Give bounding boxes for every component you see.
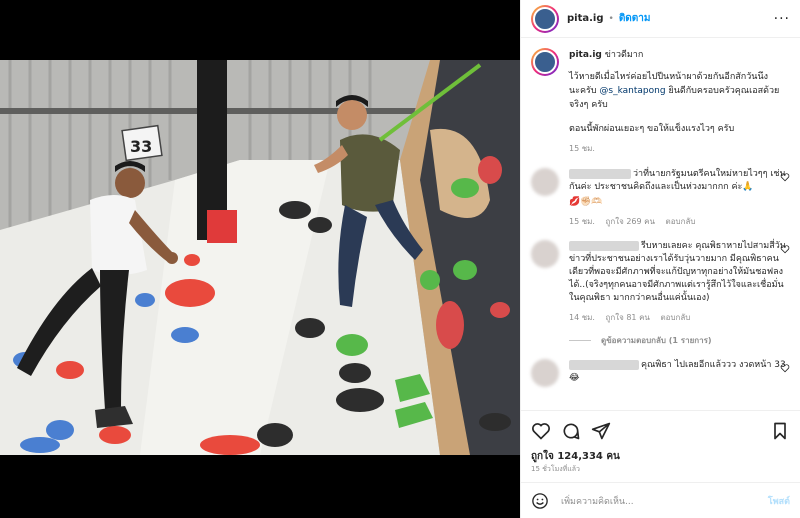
action-bar [521, 410, 800, 450]
caption-line2-suffix: ยินดีกับครอบครัวคุณเอสด้วย [665, 86, 780, 96]
comment-input[interactable]: เพิ่มความคิดเห็น... [561, 494, 768, 508]
post-header: pita.ig • ติดตาม ··· [521, 0, 800, 38]
post-side-panel: pita.ig • ติดตาม ··· pita.ig ข่าวดีมาก ไ… [520, 0, 800, 518]
more-options-icon[interactable]: ··· [774, 11, 790, 27]
comment-likes[interactable]: ถูกใจ 81 คน [606, 313, 650, 322]
like-comment-icon[interactable] [780, 244, 790, 254]
comment-text-emoji: 💋✊🏻🫶🏻 [569, 197, 603, 207]
caption-title: ข่าวดีมาก [604, 50, 644, 60]
post-comment-button[interactable]: โพสต์ [768, 494, 790, 508]
post-media[interactable]: 33 [0, 0, 520, 518]
add-comment-bar: เพิ่มความคิดเห็น... โพสต์ [521, 482, 800, 518]
avatar-image [533, 50, 557, 74]
caption-username[interactable]: pita.ig [569, 50, 602, 60]
comments-feed[interactable]: pita.ig ข่าวดีมาก ไว้หายดีเมื่อไหร่ค่อยไ… [521, 38, 800, 410]
climbing-photo: 33 [0, 60, 520, 455]
emoji-icon[interactable] [531, 492, 549, 510]
post-time: 15 ชั่วโมงที่แล้ว [531, 465, 580, 473]
comment-icon[interactable] [561, 421, 581, 441]
header-username[interactable]: pita.ig [567, 13, 604, 24]
caption-mention[interactable]: @s_kantapong [599, 86, 665, 96]
comment-time: 15 ชม. [569, 217, 595, 226]
share-icon[interactable] [591, 421, 611, 441]
commenter-avatar[interactable] [531, 168, 559, 196]
comment-item: คุณพิธา ไปเลยอีกแล้ววว งวดหน้า 33😂 [531, 359, 790, 387]
follow-button[interactable]: ติดตาม [619, 11, 651, 26]
bookmark-icon[interactable] [770, 421, 790, 441]
caption-line1: ไว้หายดีเมื่อไหร่ค่อยไปปีนหน้าผาด้วยกันอ… [569, 72, 768, 82]
comment-time: 14 ชม. [569, 313, 595, 322]
reply-button[interactable]: ตอบกลับ [666, 217, 696, 226]
comment-item: รีบหายเลยคะ คุณพิธาหายไปสามสี่วันข่าวที่… [531, 240, 790, 324]
caption-line4: ตอนนี้พักผ่อนเยอะๆ ขอให้แข็งแรงไวๆ ครับ [569, 124, 735, 134]
profile-avatar[interactable] [531, 4, 559, 33]
view-replies-label: ดูข้อความตอบกลับ (1 รายการ) [601, 336, 712, 345]
commenter-name-blurred[interactable] [569, 168, 631, 179]
comment-item: ว่าที่นายกรัฐมนตรีคนใหม่หายไวๆๆ เช่นกันค… [531, 168, 790, 228]
likes-count[interactable]: ถูกใจ 124,334 คน [531, 449, 620, 464]
avatar-image [533, 6, 557, 31]
caption-avatar[interactable] [531, 48, 559, 76]
replies-divider [569, 340, 591, 341]
caption-line3: จริงๆ ครับ [569, 100, 608, 110]
commenter-avatar[interactable] [531, 359, 559, 387]
caption-time: 15 ชม. [569, 144, 595, 153]
commenter-name-blurred[interactable] [569, 359, 639, 370]
commenter-name-blurred[interactable] [569, 240, 639, 251]
header-separator: • [608, 13, 614, 24]
caption-line2-prefix: นะครับ [569, 86, 600, 96]
reply-button[interactable]: ตอบกลับ [660, 313, 690, 322]
post-photo: 33 [0, 60, 520, 455]
like-icon[interactable] [531, 421, 551, 441]
commenter-avatar[interactable] [531, 240, 559, 268]
like-comment-icon[interactable] [780, 172, 790, 182]
view-replies-button[interactable]: ดูข้อความตอบกลับ (1 รายการ) [569, 334, 790, 347]
caption: pita.ig ข่าวดีมาก ไว้หายดีเมื่อไหร่ค่อยไ… [531, 48, 790, 156]
like-comment-icon[interactable] [780, 363, 790, 373]
comment-likes[interactable]: ถูกใจ 269 คน [606, 217, 655, 226]
wall-number: 33 [130, 137, 152, 156]
